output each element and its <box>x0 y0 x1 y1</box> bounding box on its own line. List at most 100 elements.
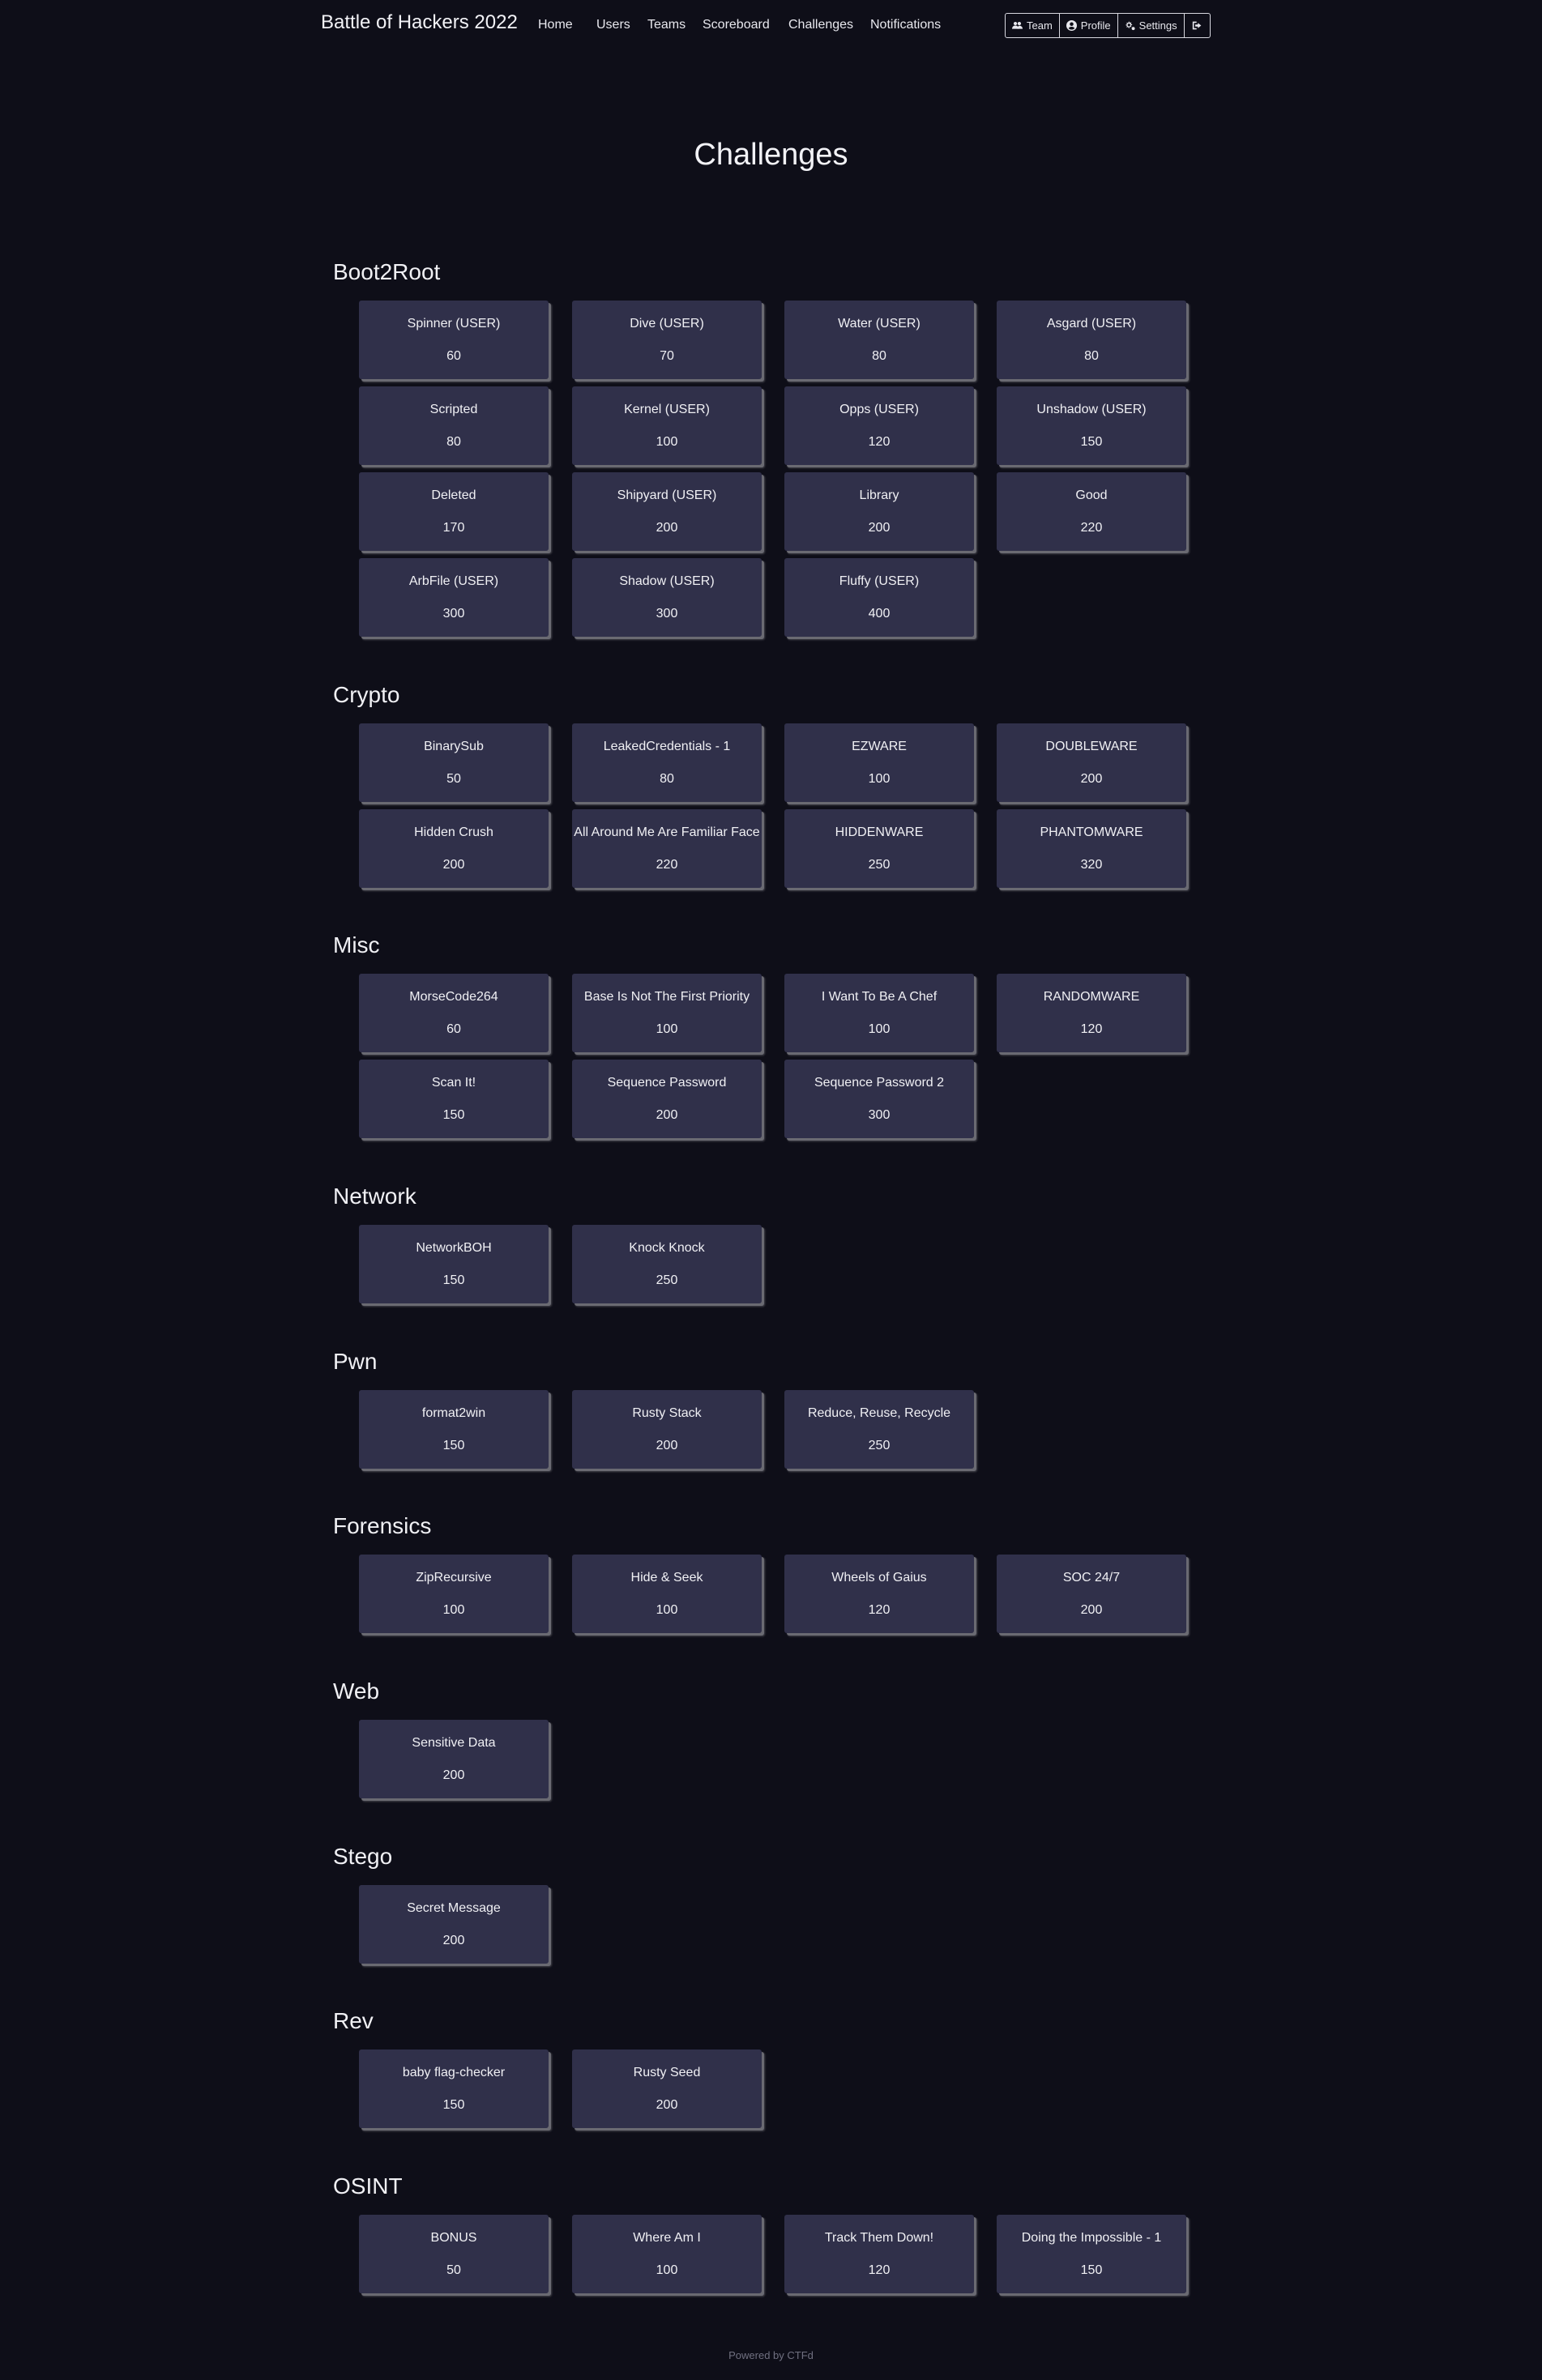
challenge-button[interactable]: BONUS 50 <box>359 2215 549 2293</box>
challenge-value: 100 <box>868 1022 891 1036</box>
challenge-button[interactable]: Hide & Seek 100 <box>572 1555 762 1633</box>
challenge-button[interactable]: Kernel (USER) 100 <box>572 386 762 465</box>
challenge-button[interactable]: Asgard (USER) 80 <box>997 301 1186 379</box>
challenge-button[interactable]: Library 200 <box>784 472 974 551</box>
category-title: Misc <box>333 932 380 958</box>
challenge-value: 80 <box>1084 349 1099 363</box>
nav-users[interactable]: Users <box>596 18 630 32</box>
challenge-value: 170 <box>442 521 465 535</box>
challenge-value: 250 <box>656 1273 678 1287</box>
challenge-button[interactable]: Secret Message 200 <box>359 1885 549 1964</box>
challenge-button[interactable]: I Want To Be A Chef 100 <box>784 974 974 1052</box>
challenge-name: Rusty Stack <box>632 1406 702 1420</box>
logout-button[interactable] <box>1185 14 1210 37</box>
challenge-button[interactable]: Spinner (USER) 60 <box>359 301 549 379</box>
challenge-button[interactable]: Scan It! 150 <box>359 1060 549 1138</box>
challenge-button[interactable]: All Around Me Are Familiar Face 220 <box>572 809 762 888</box>
challenge-value: 400 <box>868 607 891 621</box>
challenge-value: 100 <box>656 1022 678 1036</box>
challenge-button[interactable]: Fluffy (USER) 400 <box>784 558 974 637</box>
profile-button[interactable]: Profile <box>1060 14 1118 37</box>
challenge-button[interactable]: BinarySub 50 <box>359 723 549 802</box>
challenge-button[interactable]: baby flag-checker 150 <box>359 2049 549 2128</box>
challenge-name: Scripted <box>429 403 478 416</box>
challenge-value: 300 <box>442 607 465 621</box>
challenge-button[interactable]: HIDDENWARE 250 <box>784 809 974 888</box>
challenge-name: Kernel (USER) <box>624 403 710 416</box>
team-button[interactable]: Team <box>1006 14 1060 37</box>
brand-link[interactable]: Battle of Hackers 2022 <box>321 11 518 34</box>
challenge-button[interactable]: Base Is Not The First Priority 100 <box>572 974 762 1052</box>
challenge-button[interactable]: Where Am I 100 <box>572 2215 762 2293</box>
challenge-name: Secret Message <box>407 1901 501 1915</box>
challenge-value: 200 <box>442 858 465 872</box>
challenge-button[interactable]: Sensitive Data 200 <box>359 1720 549 1798</box>
category-title: Pwn <box>333 1349 378 1374</box>
challenge-name: SOC 24/7 <box>1062 1571 1121 1585</box>
settings-button[interactable]: Settings <box>1118 14 1185 37</box>
user-circle-icon <box>1066 20 1077 31</box>
challenge-button[interactable]: Sequence Password 200 <box>572 1060 762 1138</box>
challenge-button[interactable]: Reduce, Reuse, Recycle 250 <box>784 1390 974 1469</box>
team-label: Team <box>1027 19 1053 32</box>
challenge-name: Hide & Seek <box>630 1571 703 1585</box>
challenge-button[interactable]: ArbFile (USER) 300 <box>359 558 549 637</box>
challenge-value: 100 <box>656 1603 678 1617</box>
challenge-value: 200 <box>1080 772 1103 786</box>
challenge-value: 150 <box>442 2098 465 2112</box>
challenge-name: Library <box>859 488 899 502</box>
challenge-button[interactable]: ZipRecursive 100 <box>359 1555 549 1633</box>
challenge-button[interactable]: Wheels of Gaius 120 <box>784 1555 974 1633</box>
challenge-button[interactable]: Unshadow (USER) 150 <box>997 386 1186 465</box>
footer[interactable]: Powered by CTFd <box>0 2349 1542 2361</box>
challenge-value: 120 <box>868 435 891 449</box>
challenge-button[interactable]: NetworkBOH 150 <box>359 1225 549 1303</box>
challenge-button[interactable]: Opps (USER) 120 <box>784 386 974 465</box>
nav-teams[interactable]: Teams <box>647 18 686 32</box>
challenge-value: 120 <box>868 1603 891 1617</box>
challenge-name: Scan It! <box>431 1076 476 1090</box>
challenge-button[interactable]: EZWARE 100 <box>784 723 974 802</box>
challenge-value: 150 <box>1080 435 1103 449</box>
challenge-name: Shipyard (USER) <box>617 488 717 502</box>
challenge-button[interactable]: Deleted 170 <box>359 472 549 551</box>
challenge-button[interactable]: Dive (USER) 70 <box>572 301 762 379</box>
challenge-button[interactable]: Knock Knock 250 <box>572 1225 762 1303</box>
challenge-value: 100 <box>656 2263 678 2277</box>
challenge-value: 220 <box>1080 521 1103 535</box>
challenge-button[interactable]: RANDOMWARE 120 <box>997 974 1186 1052</box>
challenge-button[interactable]: Shadow (USER) 300 <box>572 558 762 637</box>
challenge-button[interactable]: MorseCode264 60 <box>359 974 549 1052</box>
challenge-button[interactable]: LeakedCredentials - 1 80 <box>572 723 762 802</box>
users-icon <box>1012 20 1023 31</box>
challenge-button[interactable]: Rusty Seed 200 <box>572 2049 762 2128</box>
category-title: Forensics <box>333 1513 432 1538</box>
challenge-value: 50 <box>446 772 461 786</box>
challenge-button[interactable]: Doing the Impossible - 1 150 <box>997 2215 1186 2293</box>
nav-challenges[interactable]: Challenges <box>788 18 853 32</box>
challenge-button[interactable]: PHANTOMWARE 320 <box>997 809 1186 888</box>
challenge-button[interactable]: SOC 24/7 200 <box>997 1555 1186 1633</box>
challenge-button[interactable]: Scripted 80 <box>359 386 549 465</box>
challenge-name: ZipRecursive <box>416 1571 492 1585</box>
challenge-button[interactable]: Shipyard (USER) 200 <box>572 472 762 551</box>
challenge-button[interactable]: DOUBLEWARE 200 <box>997 723 1186 802</box>
nav-home[interactable]: Home <box>538 18 573 32</box>
challenge-value: 150 <box>442 1108 465 1122</box>
challenge-button[interactable]: Track Them Down! 120 <box>784 2215 974 2293</box>
page-title: Challenges <box>694 138 848 172</box>
challenge-value: 250 <box>868 858 891 872</box>
challenge-button[interactable]: Water (USER) 80 <box>784 301 974 379</box>
challenge-value: 200 <box>868 521 891 535</box>
challenge-button[interactable]: Sequence Password 2 300 <box>784 1060 974 1138</box>
challenge-value: 300 <box>868 1108 891 1122</box>
challenge-button[interactable]: Rusty Stack 200 <box>572 1390 762 1469</box>
challenge-button[interactable]: Good 220 <box>997 472 1186 551</box>
challenge-value: 300 <box>656 607 678 621</box>
nav-scoreboard[interactable]: Scoreboard <box>703 18 770 32</box>
challenge-value: 150 <box>442 1439 465 1452</box>
nav-notifications[interactable]: Notifications <box>870 18 941 32</box>
challenge-button[interactable]: Hidden Crush 200 <box>359 809 549 888</box>
challenge-value: 320 <box>1080 858 1103 872</box>
challenge-button[interactable]: format2win 150 <box>359 1390 549 1469</box>
